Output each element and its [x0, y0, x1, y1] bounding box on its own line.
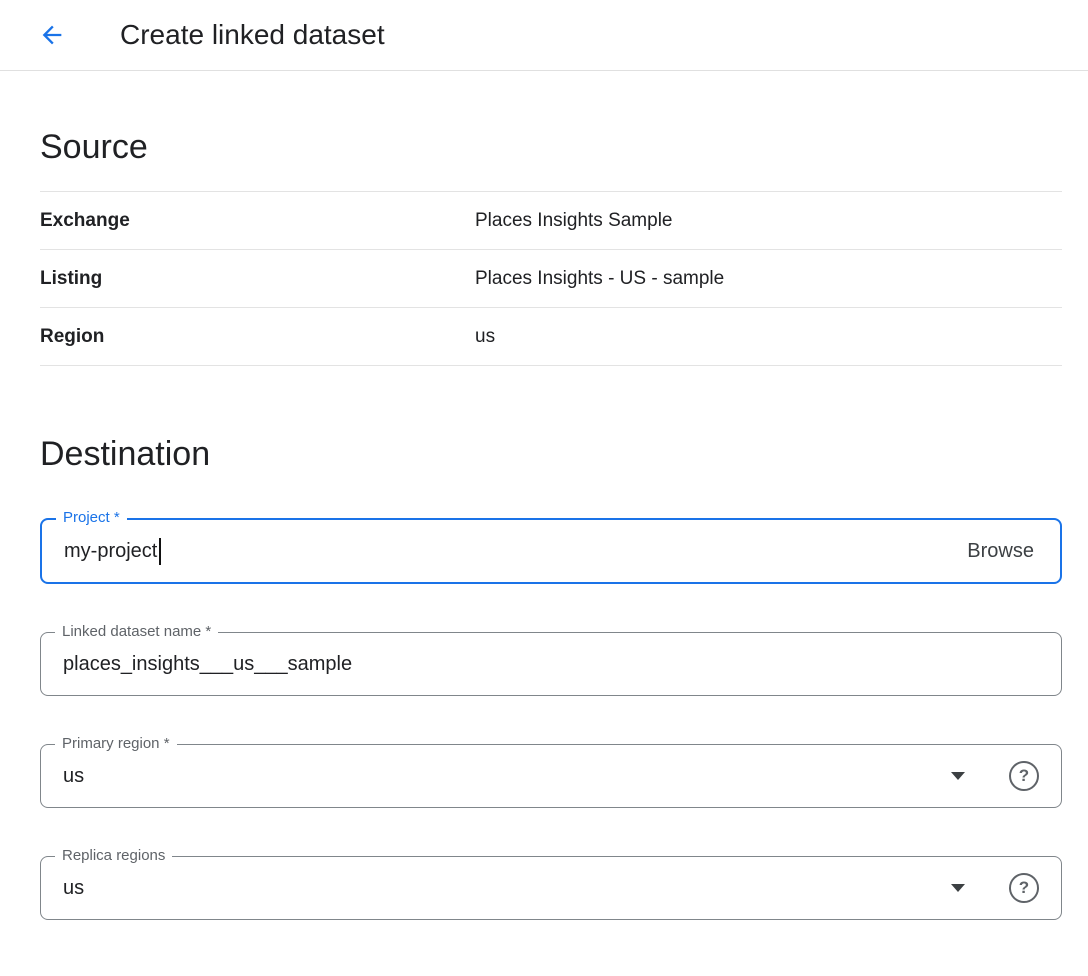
- destination-section-heading: Destination: [40, 432, 1062, 476]
- page-title: Create linked dataset: [120, 19, 385, 51]
- primary-region-selected-value[interactable]: us: [63, 765, 84, 788]
- listing-label: Listing: [40, 268, 475, 290]
- region-label: Region: [40, 326, 475, 348]
- primary-region-field[interactable]: Primary region * us ?: [40, 744, 1062, 808]
- dropdown-arrow-icon[interactable]: [951, 884, 965, 892]
- replica-regions-selected-value[interactable]: us: [63, 877, 84, 900]
- project-field[interactable]: Project * my-project Browse: [40, 518, 1062, 584]
- page-header: Create linked dataset: [0, 0, 1088, 71]
- project-input-value[interactable]: my-project: [64, 540, 157, 563]
- exchange-label: Exchange: [40, 210, 475, 232]
- primary-region-label: Primary region *: [55, 734, 177, 754]
- help-icon[interactable]: ?: [1009, 761, 1039, 791]
- region-value: us: [475, 326, 495, 348]
- exchange-value: Places Insights Sample: [475, 210, 673, 232]
- source-section-heading: Source: [40, 125, 1062, 169]
- table-row-region: Region us: [40, 308, 1062, 366]
- replica-regions-field[interactable]: Replica regions us ?: [40, 856, 1062, 920]
- main-content: Source Exchange Places Insights Sample L…: [0, 125, 1088, 950]
- back-button[interactable]: [30, 13, 74, 57]
- arrow-back-icon: [38, 21, 66, 49]
- help-icon[interactable]: ?: [1009, 873, 1039, 903]
- text-caret: [159, 538, 161, 565]
- listing-value: Places Insights - US - sample: [475, 268, 724, 290]
- linked-dataset-name-field[interactable]: Linked dataset name * places_insights___…: [40, 632, 1062, 696]
- linked-dataset-name-input-value[interactable]: places_insights___us___sample: [63, 653, 352, 676]
- browse-button[interactable]: Browse: [963, 540, 1038, 563]
- project-field-label: Project *: [56, 508, 127, 528]
- source-details-table: Exchange Places Insights Sample Listing …: [40, 191, 1062, 366]
- linked-dataset-name-label: Linked dataset name *: [55, 622, 218, 642]
- replica-regions-label: Replica regions: [55, 846, 172, 866]
- table-row-exchange: Exchange Places Insights Sample: [40, 192, 1062, 250]
- table-row-listing: Listing Places Insights - US - sample: [40, 250, 1062, 308]
- dropdown-arrow-icon[interactable]: [951, 772, 965, 780]
